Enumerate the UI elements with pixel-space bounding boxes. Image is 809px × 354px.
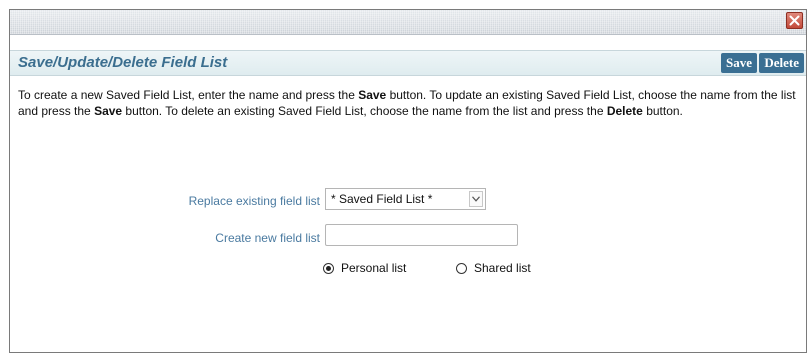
save-button[interactable]: Save bbox=[721, 53, 757, 73]
radio-unchecked-icon[interactable] bbox=[456, 262, 467, 274]
delete-button[interactable]: Delete bbox=[759, 53, 804, 73]
replace-field-list-select[interactable]: * Saved Field List * bbox=[325, 188, 486, 210]
instructions-save-keyword: Save bbox=[94, 104, 123, 118]
chevron-down-icon bbox=[472, 196, 480, 202]
instructions-text: To create a new Saved Field List, enter … bbox=[18, 87, 798, 119]
shared-list-radio[interactable]: Shared list bbox=[456, 261, 531, 275]
radio-checked-icon[interactable] bbox=[323, 262, 334, 274]
personal-list-label: Personal list bbox=[341, 261, 407, 275]
select-value: * Saved Field List * bbox=[331, 192, 433, 206]
instructions-part: To create a new Saved Field List, enter … bbox=[18, 88, 359, 102]
panel-header: Save/Update/Delete Field List Save Delet… bbox=[10, 50, 806, 76]
instructions-part: button. bbox=[642, 104, 683, 118]
instructions-delete-keyword: Delete bbox=[606, 104, 643, 118]
shared-list-label: Shared list bbox=[474, 261, 531, 275]
close-button[interactable] bbox=[786, 12, 803, 29]
replace-field-list-label: Replace existing field list bbox=[188, 194, 320, 208]
dropdown-arrow[interactable] bbox=[469, 191, 483, 207]
instructions-part: button. To delete an existing Saved Fiel… bbox=[122, 104, 607, 118]
close-icon bbox=[789, 15, 800, 26]
personal-list-radio[interactable]: Personal list bbox=[323, 261, 406, 275]
instructions-save-keyword: Save bbox=[358, 88, 387, 102]
dialog-titlebar[interactable] bbox=[10, 10, 806, 35]
create-field-list-input[interactable] bbox=[325, 224, 518, 246]
save-field-list-dialog: Save/Update/Delete Field List Save Delet… bbox=[9, 9, 807, 353]
panel-title: Save/Update/Delete Field List bbox=[18, 54, 228, 71]
create-field-list-label: Create new field list bbox=[215, 231, 320, 245]
